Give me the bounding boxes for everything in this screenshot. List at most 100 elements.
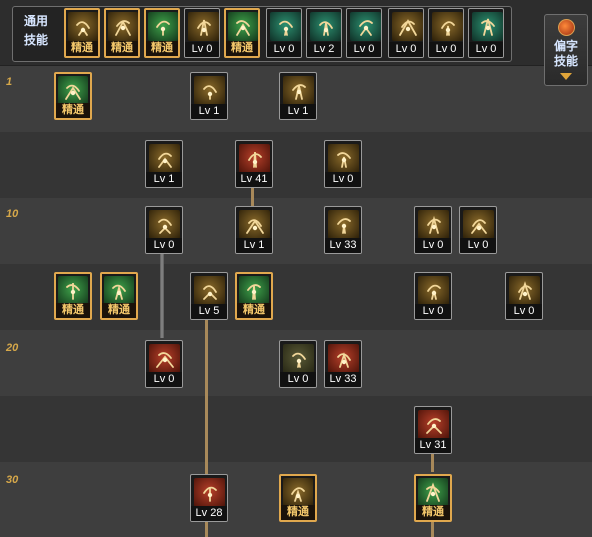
skill-slot[interactable]: Lv 0 bbox=[279, 340, 317, 388]
skill-slot[interactable]: 精通 bbox=[279, 474, 317, 522]
row-level-label: 30 bbox=[6, 474, 19, 486]
chevron-down-icon bbox=[560, 73, 572, 80]
skill-connector-locked bbox=[160, 254, 164, 338]
red-hand-cannon-icon bbox=[418, 410, 449, 439]
grenade-icon bbox=[509, 276, 540, 305]
green-gear-icon bbox=[418, 478, 448, 507]
spread-shot-icon bbox=[104, 276, 134, 305]
skill-level-label: Lv 1 bbox=[280, 104, 316, 119]
skill-level-label: Lv 0 bbox=[347, 42, 381, 57]
target-reticle-icon bbox=[228, 12, 258, 41]
skill-level-label: Lv 0 bbox=[460, 238, 496, 253]
skill-slot[interactable]: Lv 0 bbox=[145, 206, 183, 254]
skill-level-label: Lv 33 bbox=[325, 372, 361, 387]
tree-row-band bbox=[0, 132, 592, 198]
skill-connector bbox=[431, 454, 434, 472]
skill-level-label: Lv 0 bbox=[429, 42, 463, 57]
skill-slot[interactable]: 精通 bbox=[104, 8, 140, 58]
crosshair-icon bbox=[270, 12, 301, 41]
wing-emblem-icon bbox=[188, 12, 219, 41]
mastery-label: 精通 bbox=[237, 303, 271, 318]
skill-slot[interactable]: 精通 bbox=[64, 8, 100, 58]
red-eye-icon bbox=[328, 344, 359, 373]
skill-slot[interactable]: 精通 bbox=[54, 72, 92, 120]
demon-face-icon bbox=[463, 210, 494, 239]
lightning-strike-icon bbox=[328, 210, 359, 239]
row-level-label: 1 bbox=[6, 76, 13, 88]
side-skills-button[interactable]: 偏字 技能 bbox=[544, 14, 588, 86]
skill-slot[interactable]: Lv 5 bbox=[190, 272, 228, 320]
mastery-label: 精通 bbox=[146, 41, 178, 56]
skill-slot[interactable]: 精通 bbox=[224, 8, 260, 58]
skill-level-label: Lv 0 bbox=[389, 42, 423, 57]
green-cannon-icon bbox=[239, 276, 269, 305]
skill-slot[interactable]: 精通 bbox=[235, 272, 273, 320]
skill-level-label: Lv 0 bbox=[146, 372, 182, 387]
mastery-label: 精通 bbox=[416, 505, 450, 520]
skill-slot[interactable]: Lv 1 bbox=[279, 72, 317, 120]
skill-slot[interactable]: Lv 0 bbox=[346, 8, 382, 58]
skill-slot[interactable]: Lv 0 bbox=[414, 272, 452, 320]
skill-slot[interactable]: Lv 33 bbox=[324, 206, 362, 254]
skill-slot[interactable]: 精通 bbox=[54, 272, 92, 320]
skill-slot[interactable]: 精通 bbox=[414, 474, 452, 522]
gun-blast-icon bbox=[328, 144, 359, 173]
skill-level-label: Lv 1 bbox=[236, 238, 272, 253]
tree-row-band bbox=[0, 396, 592, 462]
starburst-icon bbox=[149, 144, 180, 173]
skill-slot[interactable]: Lv 0 bbox=[505, 272, 543, 320]
cooking-pot-icon bbox=[350, 12, 381, 41]
skill-slot[interactable]: Lv 0 bbox=[324, 140, 362, 188]
skill-level-label: Lv 41 bbox=[236, 172, 272, 187]
skill-slot[interactable]: Lv 0 bbox=[266, 8, 302, 58]
skill-level-label: Lv 0 bbox=[415, 238, 451, 253]
flame-spin-icon bbox=[283, 76, 314, 105]
mastery-label: 精通 bbox=[281, 505, 315, 520]
skill-slot[interactable]: Lv 0 bbox=[468, 8, 504, 58]
mastery-label: 精通 bbox=[226, 41, 258, 56]
mastery-label: 精通 bbox=[102, 303, 136, 318]
skill-connector bbox=[251, 186, 254, 206]
skill-slot[interactable]: 精通 bbox=[100, 272, 138, 320]
mastery-label: 精通 bbox=[106, 41, 138, 56]
side-skills-label: 偏字 技能 bbox=[553, 39, 578, 68]
skill-slot[interactable]: Lv 0 bbox=[428, 8, 464, 58]
eye-ring-icon bbox=[392, 12, 423, 41]
skill-slot[interactable]: Lv 1 bbox=[145, 140, 183, 188]
skill-level-label: Lv 0 bbox=[280, 372, 316, 387]
skill-connector bbox=[431, 522, 434, 537]
skill-slot[interactable]: 精通 bbox=[144, 8, 180, 58]
skill-level-label: Lv 2 bbox=[307, 42, 341, 57]
mastery-label: 精通 bbox=[56, 103, 90, 118]
skill-level-label: Lv 28 bbox=[191, 506, 227, 521]
skill-slot[interactable]: Lv 28 bbox=[190, 474, 228, 522]
skill-level-label: Lv 0 bbox=[146, 238, 182, 253]
claw-slash-icon bbox=[149, 210, 180, 239]
fire-ground-icon bbox=[194, 276, 225, 305]
skill-slot[interactable]: Lv 0 bbox=[388, 8, 424, 58]
skill-level-label: Lv 0 bbox=[185, 42, 219, 57]
skill-slot[interactable]: Lv 0 bbox=[145, 340, 183, 388]
skill-slot[interactable]: Lv 33 bbox=[324, 340, 362, 388]
skill-slot[interactable]: Lv 1 bbox=[190, 72, 228, 120]
skill-slot[interactable]: Lv 0 bbox=[184, 8, 220, 58]
skill-slot[interactable]: Lv 31 bbox=[414, 406, 452, 454]
skill-level-label: Lv 5 bbox=[191, 304, 227, 319]
tree-row-band bbox=[0, 198, 592, 264]
row-level-label: 10 bbox=[6, 208, 19, 220]
skill-level-label: Lv 0 bbox=[469, 42, 503, 57]
skill-level-label: Lv 1 bbox=[191, 104, 227, 119]
flame-bullet-icon bbox=[239, 210, 270, 239]
leap-icon bbox=[108, 12, 138, 41]
sit-up-icon bbox=[68, 12, 98, 41]
skill-slot[interactable]: Lv 0 bbox=[459, 206, 497, 254]
row-level-label: 20 bbox=[6, 342, 19, 354]
stance-icon bbox=[148, 12, 178, 41]
skill-level-label: Lv 33 bbox=[325, 238, 361, 253]
skill-slot[interactable]: Lv 1 bbox=[235, 206, 273, 254]
skill-slot[interactable]: Lv 41 bbox=[235, 140, 273, 188]
skill-slot[interactable]: Lv 0 bbox=[414, 206, 452, 254]
power-up-figure-icon bbox=[432, 12, 463, 41]
skill-slot[interactable]: Lv 2 bbox=[306, 8, 342, 58]
running-figure-icon bbox=[472, 12, 503, 41]
